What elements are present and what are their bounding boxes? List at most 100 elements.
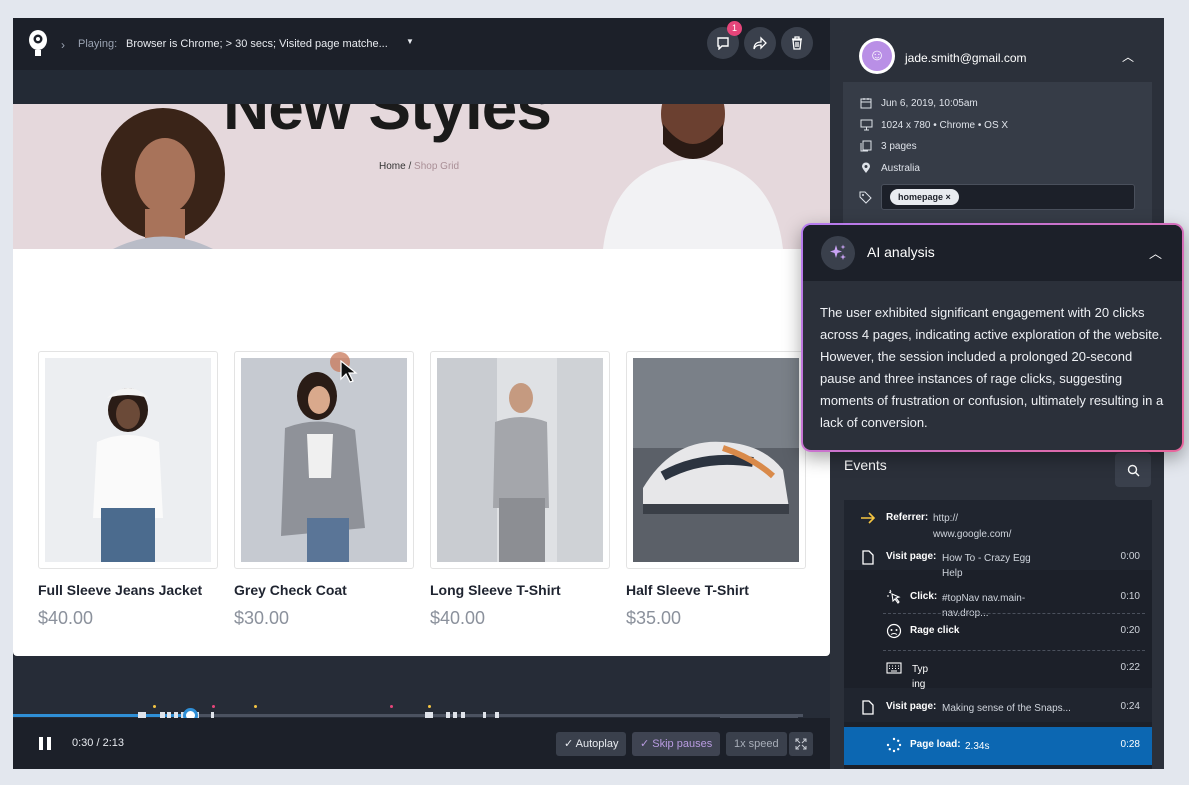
- event-label: Referrer:: [886, 512, 929, 523]
- loading-spinner-icon: [886, 737, 902, 753]
- event-row[interactable]: Typ ing 0:22: [844, 660, 1152, 690]
- sparkles-icon: [821, 236, 855, 270]
- event-label: Visit page:: [886, 701, 937, 712]
- monitor-icon: [859, 118, 873, 132]
- playback-speed-button[interactable]: 1x speed: [726, 732, 787, 756]
- events-search-button[interactable]: [1115, 453, 1151, 487]
- page-icon: [860, 549, 876, 565]
- product-price: $30.00: [234, 608, 290, 628]
- skip-pauses-toggle[interactable]: ✓ Skip pauses: [632, 732, 721, 756]
- session-date-row: Jun 6, 2019, 10:05am: [859, 95, 978, 111]
- events-heading: Events: [844, 457, 887, 473]
- pages-icon: [859, 139, 873, 153]
- crazy-egg-logo-icon[interactable]: [27, 29, 49, 57]
- product-image: [45, 358, 211, 562]
- search-icon: [1127, 464, 1139, 476]
- event-time: 0:24: [1120, 701, 1140, 712]
- ai-analysis-title: AI analysis: [867, 244, 935, 260]
- event-time: 0:22: [1120, 662, 1140, 673]
- product-name[interactable]: Long Sleeve T-Shirt: [430, 582, 561, 598]
- delete-button[interactable]: [781, 27, 813, 59]
- playing-label: Playing:: [78, 38, 118, 50]
- trash-icon: [792, 36, 802, 50]
- session-device: 1024 x 780 • Chrome • OS X: [881, 119, 1009, 131]
- event-row[interactable]: Rage click 0:20: [844, 623, 1152, 647]
- comment-icon: [717, 37, 729, 50]
- collapse-chevron-icon[interactable]: ︿: [1149, 243, 1162, 262]
- event-time: 0:00: [1120, 551, 1140, 562]
- event-label: Click:: [910, 591, 938, 602]
- event-value[interactable]: How To - Crazy Egg Help: [942, 551, 1082, 581]
- product-card[interactable]: [234, 351, 414, 569]
- tag-chip-homepage[interactable]: homepage ×: [890, 189, 959, 205]
- event-row[interactable]: Referrer: http:// www.google.com/: [844, 510, 1152, 544]
- avatar-face-icon: ☺: [862, 41, 892, 71]
- event-row[interactable]: Visit page: How To - Crazy Egg Help 0:00: [844, 549, 1152, 583]
- session-date: Jun 6, 2019, 10:05am: [881, 97, 978, 109]
- session-pages-row: 3 pages: [859, 138, 917, 154]
- filter-dropdown-icon[interactable]: ▼: [406, 37, 414, 46]
- event-value[interactable]: Making sense of the Snaps...: [942, 701, 1071, 716]
- fullscreen-icon: [795, 738, 807, 750]
- rage-face-icon: [886, 623, 902, 639]
- pause-icon[interactable]: [39, 737, 51, 750]
- breadcrumb-home-link[interactable]: Home: [379, 161, 406, 172]
- hero-title: New Styles: [223, 104, 552, 143]
- timeline-event-marker: [212, 705, 215, 708]
- event-label: Visit page:: [886, 551, 937, 562]
- product-card[interactable]: [626, 351, 806, 569]
- product-name[interactable]: Half Sleeve T-Shirt: [626, 582, 749, 598]
- breadcrumb: Home / Shop Grid: [379, 161, 459, 172]
- replay-viewport-header: [13, 70, 830, 104]
- event-row[interactable]: Page load: 2.34s 0:28: [844, 737, 1152, 761]
- share-button[interactable]: [744, 27, 776, 59]
- fullscreen-button[interactable]: [789, 732, 813, 756]
- event-time: 0:10: [1120, 591, 1140, 602]
- product-name[interactable]: Grey Check Coat: [234, 582, 347, 598]
- share-icon: [753, 36, 767, 50]
- event-time: 0:28: [1120, 739, 1140, 750]
- product-price: $40.00: [38, 608, 94, 628]
- click-pointer-icon: [886, 589, 902, 605]
- playback-time: 0:30 / 2:13: [72, 737, 124, 749]
- timeline-event-marker: [153, 705, 156, 708]
- timeline-area: [13, 656, 830, 718]
- session-location-row: Australia: [859, 160, 920, 176]
- product-price: $35.00: [626, 608, 682, 628]
- event-label: Page load:: [910, 739, 961, 750]
- product-image: [633, 358, 799, 562]
- event-row[interactable]: Click: #topNav nav.main- nav.drop... 0:1…: [844, 589, 1152, 623]
- autoplay-toggle[interactable]: ✓ Autoplay: [556, 732, 627, 756]
- recorded-website-view: New Styles Home / Shop Grid Full Sleeve …: [13, 104, 830, 656]
- event-time: 0:20: [1120, 625, 1140, 636]
- session-device-row: 1024 x 780 • Chrome • OS X: [859, 117, 1008, 133]
- timeline-event-marker: [428, 705, 431, 708]
- playlist-filter-text[interactable]: Browser is Chrome; > 30 secs; Visited pa…: [126, 38, 388, 50]
- product-card[interactable]: [38, 351, 218, 569]
- page-icon: [860, 699, 876, 715]
- event-divider: [883, 613, 1145, 614]
- event-value[interactable]: http:// www.google.com/: [933, 511, 1033, 543]
- tag-icon: [859, 191, 873, 205]
- breadcrumb-separator: /: [405, 161, 415, 172]
- ai-analysis-header[interactable]: AI analysis ︿: [803, 225, 1182, 281]
- event-row[interactable]: Visit page: Making sense of the Snaps...…: [844, 699, 1152, 723]
- event-value[interactable]: #topNav nav.main- nav.drop...: [942, 591, 1062, 621]
- product-image: [241, 358, 407, 562]
- timeline-event-marker: [390, 705, 393, 708]
- session-pages: 3 pages: [881, 140, 917, 152]
- product-image: [437, 358, 603, 562]
- ai-analysis-card: AI analysis ︿ The user exhibited signifi…: [801, 223, 1184, 452]
- product-name[interactable]: Full Sleeve Jeans Jacket: [38, 582, 202, 598]
- event-value: 2.34s: [965, 741, 990, 752]
- comment-count-badge: 1: [727, 21, 742, 36]
- product-card[interactable]: [430, 351, 610, 569]
- event-label: Rage click: [910, 625, 960, 636]
- event-divider: [883, 650, 1145, 651]
- timeline-event-marker: [254, 705, 257, 708]
- arrow-right-icon: [860, 510, 876, 526]
- breadcrumb-chevron-icon: ›: [61, 38, 65, 52]
- collapse-chevron-icon[interactable]: ︿: [1122, 48, 1134, 65]
- calendar-icon: [859, 96, 873, 110]
- event-label: Typ ing: [912, 664, 929, 690]
